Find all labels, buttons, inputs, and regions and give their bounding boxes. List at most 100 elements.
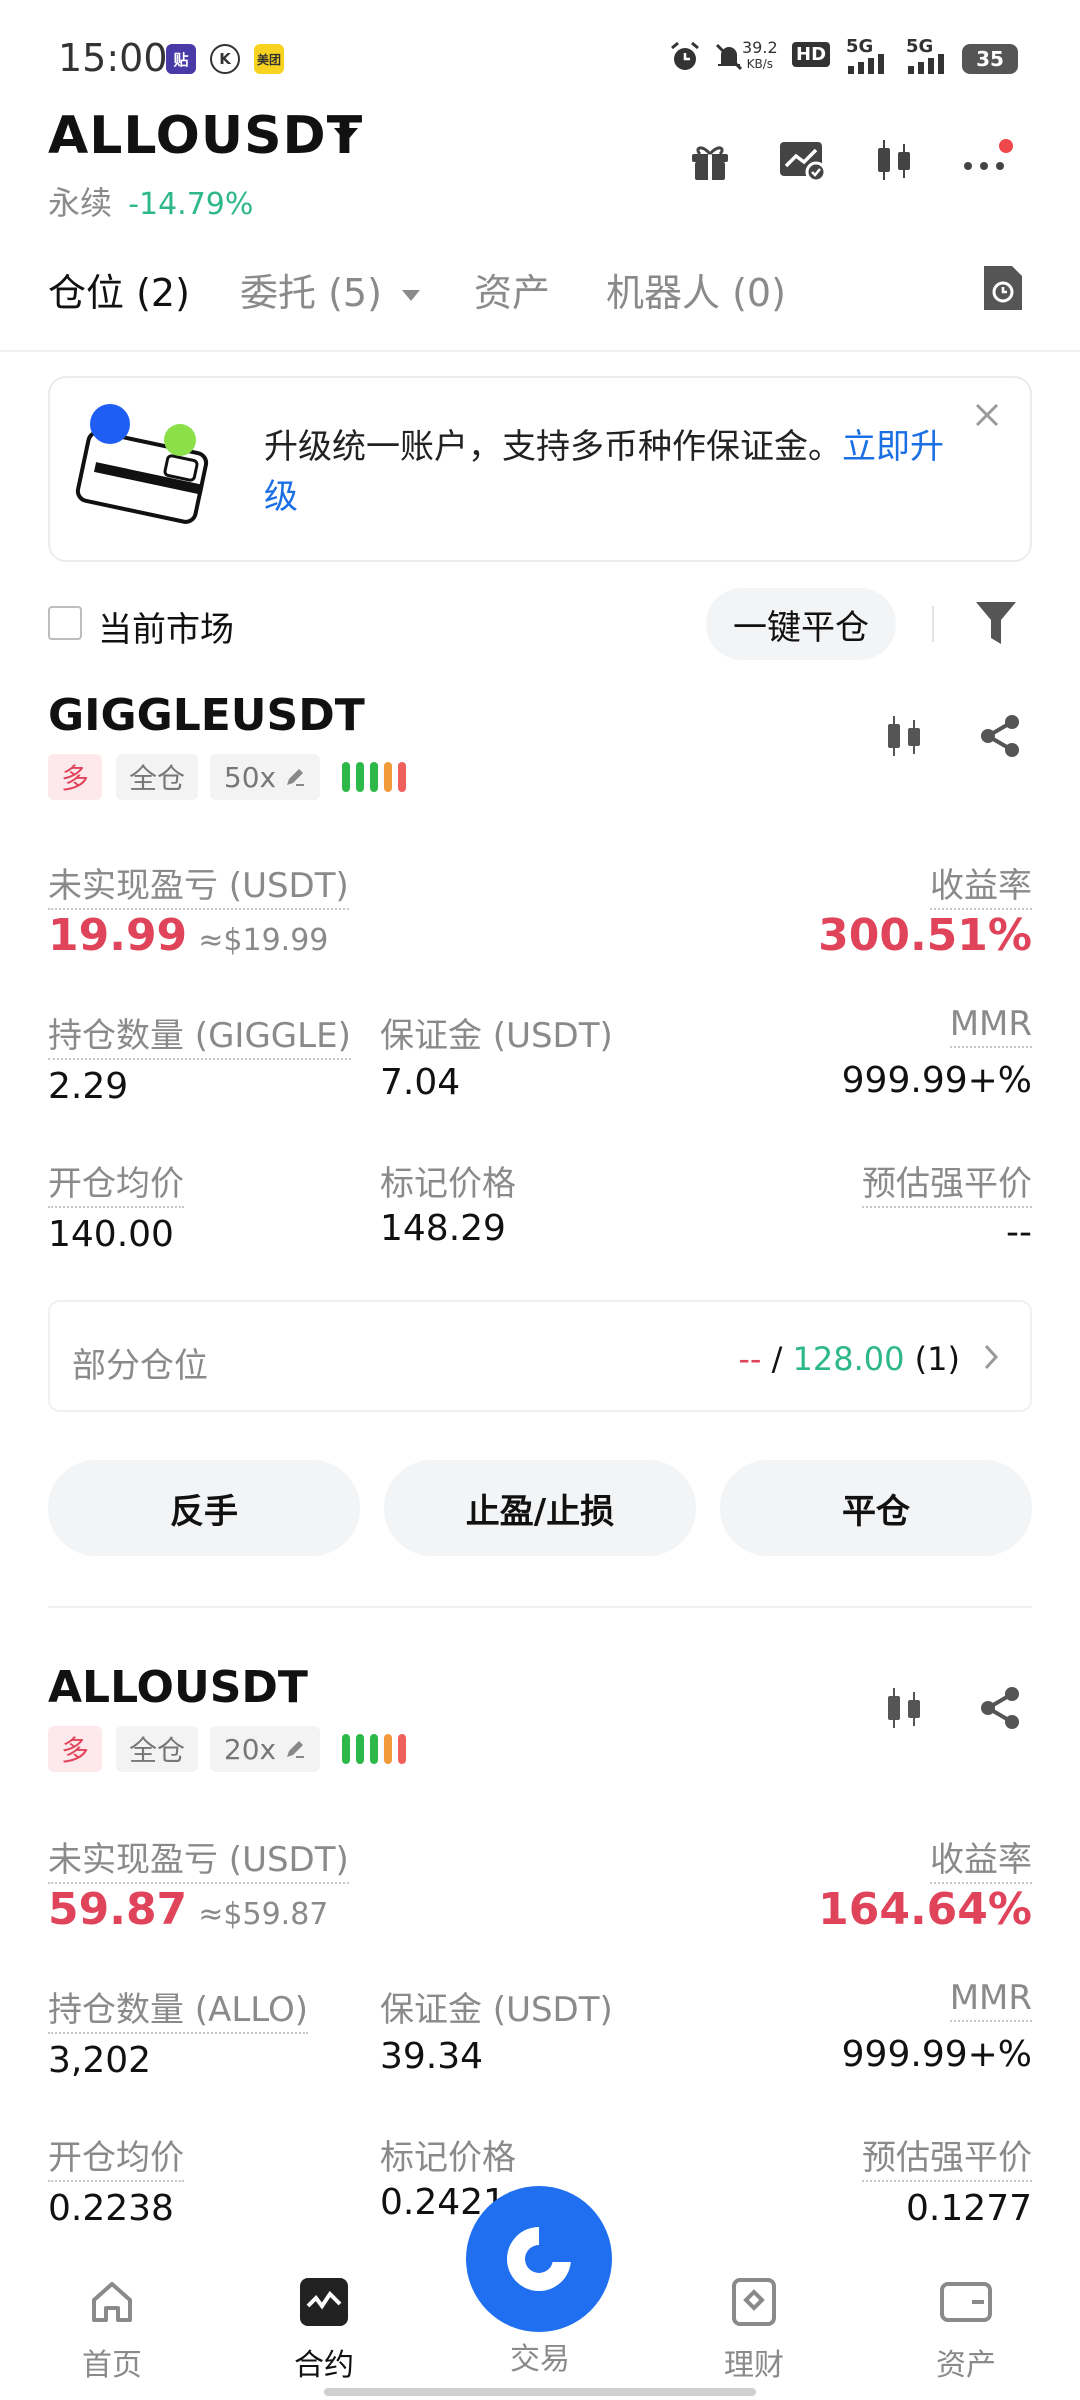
margin-value: 7.04 [380, 1062, 461, 1103]
leverage-badge[interactable]: 50x [210, 754, 320, 800]
partial-position-label: 部分仓位 [72, 1346, 208, 1386]
risk-level-indicator [342, 1734, 406, 1764]
chevron-right-icon [982, 1342, 1000, 1376]
alarm-icon [668, 40, 702, 78]
app-notification-icon: 美团 [254, 44, 284, 74]
liq-price-label: 预估强平价 [862, 2130, 1032, 2182]
battery-indicator: 35 [962, 44, 1018, 74]
upgrade-banner[interactable]: 升级统一账户，支持多币种作保证金。立即升级 [48, 376, 1032, 562]
quantity-value: 3,202 [48, 2040, 152, 2081]
nav-futures[interactable]: 合约 [254, 2276, 394, 2384]
status-bar: 15:00 贴 K 美团 39.2 KB/s HD 5G 5G 35 [0, 0, 1080, 110]
partial-position-values: -- / 128.00 (1) [738, 1340, 960, 1378]
tab-assets[interactable]: 资产 [474, 262, 550, 317]
wallet-icon [940, 2282, 992, 2322]
futures-icon [300, 2278, 348, 2326]
edit-icon [287, 1741, 305, 1758]
candlestick-icon[interactable] [866, 132, 922, 188]
more-icon[interactable] [958, 132, 1014, 188]
quantity-label: 持仓数量 (ALLO) [48, 1982, 309, 2034]
app-notification-icon: 贴 [166, 44, 196, 74]
roe-value: 300.51% [818, 910, 1032, 961]
chevron-down-icon [402, 290, 421, 301]
quantity-label: 持仓数量 (GIGGLE) [48, 1008, 351, 1060]
divider [932, 606, 934, 642]
side-badge: 多 [48, 1726, 102, 1772]
chart-analysis-icon[interactable] [774, 132, 830, 188]
banner-text: 升级统一账户，支持多币种作保证金。立即升级 [264, 427, 944, 517]
mmr-value: 999.99+% [841, 1060, 1032, 1101]
unrealized-pnl-label: 未实现盈亏 (USDT) [48, 1832, 349, 1884]
history-document-icon[interactable] [978, 262, 1026, 318]
margin-label: 保证金 (USDT) [380, 1990, 613, 2030]
wallet-illustration-icon [74, 402, 224, 536]
mark-price-label: 标记价格 [380, 2138, 516, 2178]
close-all-button[interactable]: 一键平仓 [706, 588, 896, 660]
roe-label: 收益率 [930, 1832, 1032, 1884]
margin-value: 39.34 [380, 2036, 484, 2077]
risk-level-indicator [342, 762, 406, 792]
entry-price-value: 0.2238 [48, 2188, 174, 2229]
mark-price-label: 标记价格 [380, 1164, 516, 1204]
margin-label: 保证金 (USDT) [380, 1016, 613, 1056]
share-icon[interactable] [976, 1684, 1024, 1736]
reverse-button[interactable]: 反手 [48, 1460, 360, 1556]
home-indicator [324, 2388, 756, 2396]
unrealized-pnl: 19.99 ≈$19.99 [48, 910, 329, 961]
symbol-subtitle: 永续 -14.79% [48, 184, 254, 222]
liq-price-value: 0.1277 [906, 2188, 1032, 2229]
entry-price-value: 140.00 [48, 1214, 174, 1255]
candlestick-icon[interactable] [880, 712, 928, 764]
candlestick-icon[interactable] [880, 1684, 928, 1736]
quantity-value: 2.29 [48, 1066, 129, 1107]
home-icon [92, 2282, 132, 2322]
symbol-title[interactable]: ALLOUSDT [48, 106, 363, 166]
status-time: 15:00 [58, 36, 168, 80]
tp-sl-button[interactable]: 止盈/止损 [384, 1460, 696, 1556]
chevron-down-icon[interactable] [334, 128, 358, 142]
margin-mode-badge: 全仓 [116, 1726, 198, 1772]
trade-fab-button[interactable] [466, 2186, 612, 2332]
position-divider [48, 1606, 1032, 1608]
nav-home[interactable]: 首页 [42, 2276, 182, 2384]
tab-orders[interactable]: 委托 (5) [240, 262, 421, 317]
position-symbol[interactable]: ALLOUSDT [48, 1662, 308, 1713]
earn-icon [732, 2278, 776, 2326]
unrealized-pnl-label: 未实现盈亏 (USDT) [48, 858, 349, 910]
mmr-value: 999.99+% [841, 2034, 1032, 2075]
filter-icon[interactable] [974, 598, 1018, 652]
position-symbol[interactable]: GIGGLEUSDT [48, 690, 365, 741]
nav-earn[interactable]: 理财 [684, 2276, 824, 2384]
signal-icon [906, 52, 950, 78]
close-position-button[interactable]: 平仓 [720, 1460, 1032, 1556]
app-notification-icon: K [210, 44, 240, 74]
liq-price-value: -- [1006, 1212, 1032, 1253]
close-icon[interactable] [972, 400, 1002, 434]
roe-label: 收益率 [930, 858, 1032, 910]
liq-price-label: 预估强平价 [862, 1156, 1032, 1208]
gift-icon[interactable] [682, 132, 738, 188]
current-market-checkbox[interactable] [48, 606, 82, 640]
current-market-label: 当前市场 [98, 610, 234, 650]
entry-price-label: 开仓均价 [48, 2130, 184, 2182]
roe-value: 164.64% [818, 1884, 1032, 1935]
partial-position-row[interactable]: 部分仓位 -- / 128.00 (1) [48, 1300, 1032, 1412]
entry-price-label: 开仓均价 [48, 1156, 184, 1208]
hd-indicator: HD [792, 42, 831, 67]
tab-bots[interactable]: 机器人 (0) [606, 262, 786, 317]
mark-price-value: 148.29 [380, 1208, 506, 1249]
unrealized-pnl: 59.87 ≈$59.87 [48, 1884, 329, 1935]
network-speed: 39.2 KB/s [742, 38, 778, 72]
margin-mode-badge: 全仓 [116, 754, 198, 800]
mmr-label: MMR [949, 1004, 1032, 1048]
tab-positions[interactable]: 仓位 (2) [48, 262, 190, 317]
leverage-badge[interactable]: 20x [210, 1726, 320, 1772]
mute-bell-icon [712, 40, 746, 78]
tab-divider [0, 350, 1080, 352]
nav-trade[interactable]: 交易 [470, 2326, 610, 2378]
edit-icon [287, 769, 305, 786]
side-badge: 多 [48, 754, 102, 800]
nav-assets[interactable]: 资产 [896, 2276, 1036, 2384]
share-icon[interactable] [976, 712, 1024, 764]
mmr-label: MMR [949, 1978, 1032, 2022]
